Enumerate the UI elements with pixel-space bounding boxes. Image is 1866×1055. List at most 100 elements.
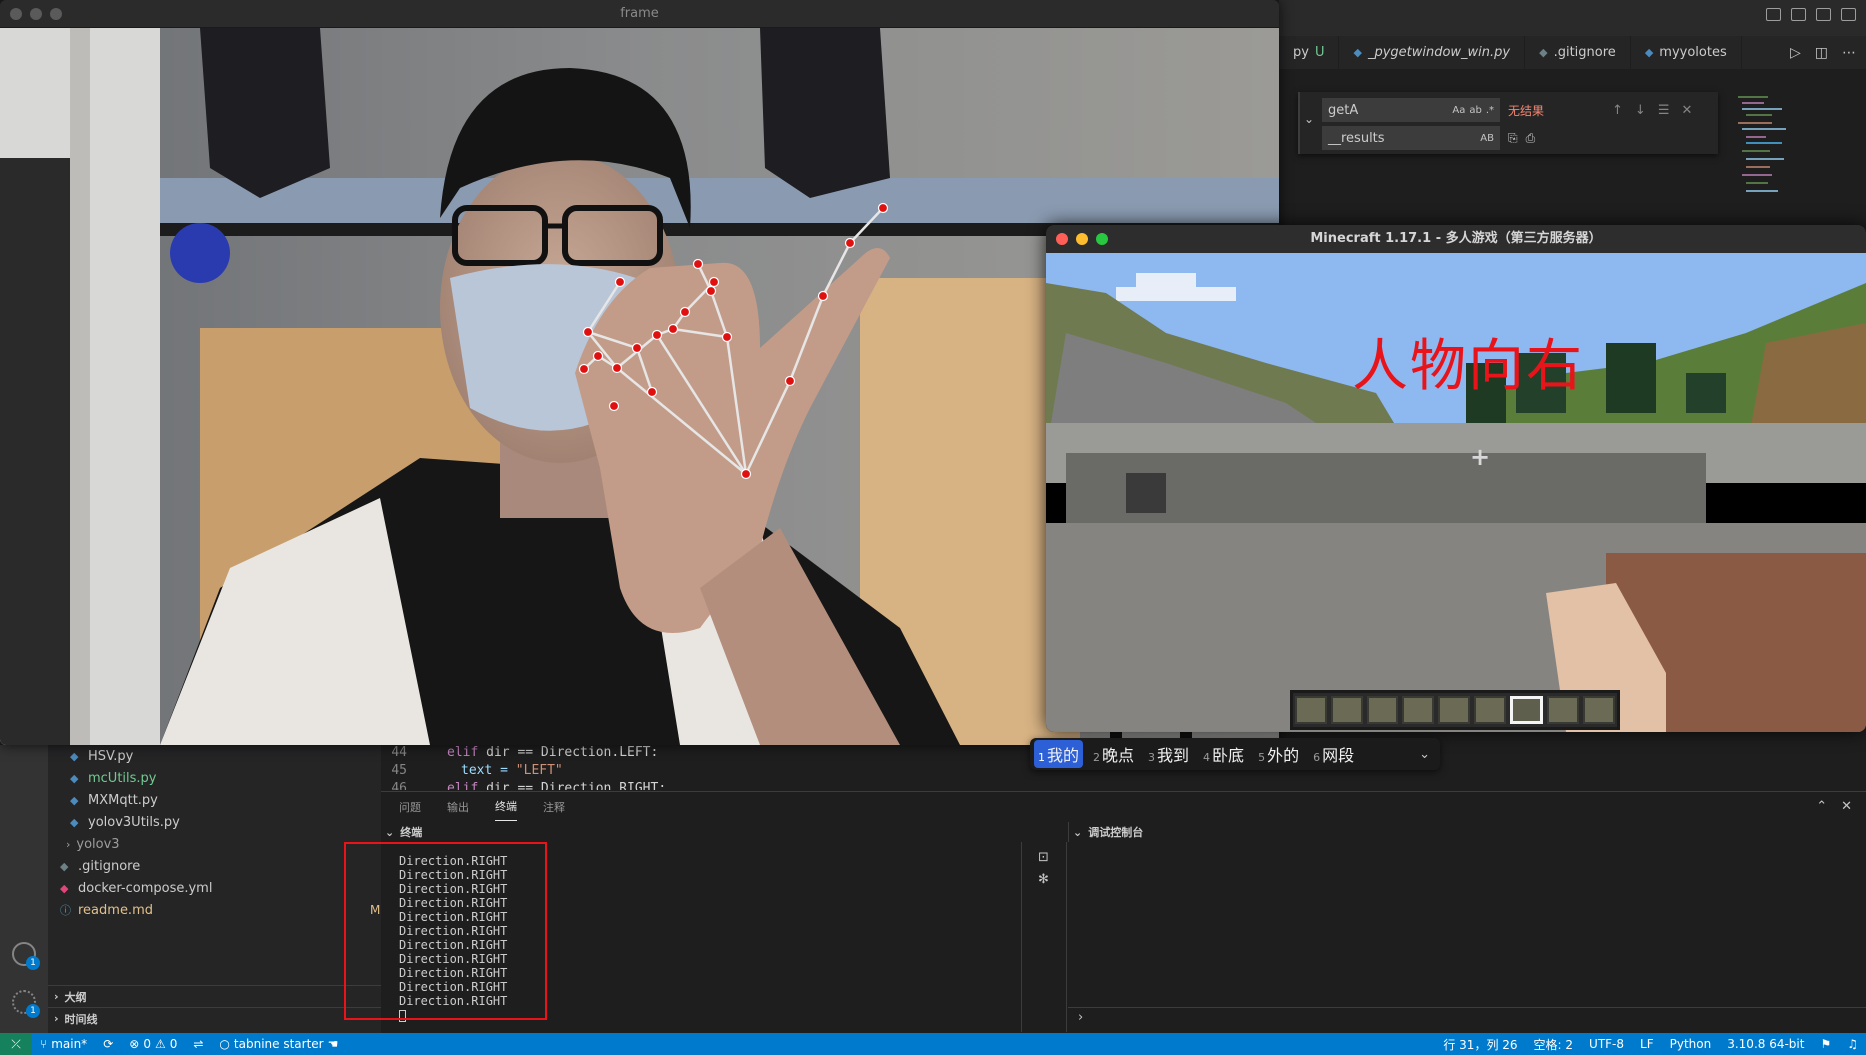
tab-output[interactable]: 输出 xyxy=(447,799,469,815)
chevron-down-icon[interactable]: ⌄ xyxy=(1419,747,1430,762)
ime-candidate[interactable]: 4 卧底 xyxy=(1199,740,1248,768)
hotbar-slot[interactable] xyxy=(1509,696,1544,724)
ime-candidate[interactable]: 2 晚点 xyxy=(1089,740,1138,768)
file-item[interactable]: ◆ yolov3Utils.py xyxy=(70,811,180,833)
tab-py[interactable]: py U xyxy=(1279,36,1340,69)
gear-icon[interactable]: 1 xyxy=(12,990,40,1018)
minecraft-game-view[interactable]: 人物向右 + xyxy=(1046,253,1866,732)
find-in-selection-icon[interactable]: ☰ xyxy=(1658,103,1670,118)
find-input[interactable]: getA Aa ab .* xyxy=(1322,98,1500,122)
file-item[interactable]: ⓘ readme.md M xyxy=(60,899,380,921)
toggle-panel-icon[interactable] xyxy=(1791,8,1806,21)
toggle-replace-chevron-icon[interactable]: ⌄ xyxy=(1304,112,1314,126)
feedback-icon[interactable]: ⚑ xyxy=(1812,1036,1839,1053)
file-item[interactable]: ◆ HSV.py xyxy=(70,745,133,767)
hotbar-slot[interactable] xyxy=(1330,696,1363,724)
zoom-window-button[interactable] xyxy=(1096,233,1108,245)
file-item[interactable]: ◆ .gitignore xyxy=(60,855,140,877)
cursor-position[interactable]: 行 31，列 26 xyxy=(1435,1036,1525,1053)
hotbar-slot[interactable] xyxy=(1547,696,1580,724)
replace-all-icon[interactable]: ⎙ xyxy=(1526,131,1536,146)
tab-problems[interactable]: 问题 xyxy=(399,799,421,815)
run-icon[interactable]: ▷ xyxy=(1790,45,1801,61)
code-text: text = xyxy=(461,763,516,778)
tab-status: U xyxy=(1314,45,1325,60)
gitignore-file-icon: ◆ xyxy=(60,859,69,873)
tab-comments[interactable]: 注释 xyxy=(543,799,565,815)
tabnine-status[interactable]: ○ tabnine starter ☚ xyxy=(211,1037,346,1051)
replace-input[interactable]: __results AB xyxy=(1322,126,1500,150)
folder-item[interactable]: › yolov3 xyxy=(66,833,120,855)
close-window-button[interactable] xyxy=(10,8,22,20)
hotbar[interactable] xyxy=(1290,690,1620,730)
replace-icon[interactable]: ⎘ xyxy=(1508,131,1518,146)
regex-toggle[interactable]: .* xyxy=(1486,105,1494,116)
indentation[interactable]: 空格: 2 xyxy=(1526,1036,1582,1053)
debug-console-header[interactable]: ⌄ 调试控制台 xyxy=(1068,822,1866,842)
file-item[interactable]: ◆ mcUtils.py U xyxy=(70,767,389,789)
file-item[interactable]: ◆ docker-compose.yml xyxy=(60,877,212,899)
line-number: 46 xyxy=(391,781,407,790)
bug-icon[interactable]: ✻ xyxy=(1038,872,1049,887)
close-icon[interactable]: ✕ xyxy=(1841,799,1852,814)
file-name: readme.md xyxy=(78,902,153,918)
minimize-window-button[interactable] xyxy=(30,8,42,20)
zoom-window-button[interactable] xyxy=(50,8,62,20)
tab-terminal[interactable]: 终端 xyxy=(495,798,517,821)
close-icon[interactable]: ✕ xyxy=(1681,103,1692,118)
minecraft-titlebar: Minecraft 1.17.1 - 多人游戏（第三方服务器） xyxy=(1046,225,1866,253)
language-mode[interactable]: Python xyxy=(1662,1036,1720,1053)
next-match-icon[interactable]: ↓ xyxy=(1635,103,1646,118)
hotbar-slot[interactable] xyxy=(1295,696,1327,724)
accounts-icon[interactable]: 1 xyxy=(12,942,40,970)
split-editor-icon[interactable]: ◫ xyxy=(1815,45,1828,61)
port-forward-icon[interactable]: ⇌ xyxy=(185,1037,211,1051)
toggle-sidebar-icon[interactable] xyxy=(1766,8,1781,21)
close-window-button[interactable] xyxy=(1056,233,1068,245)
branch-status[interactable]: ⑂ main* xyxy=(32,1037,95,1051)
file-item[interactable]: ◆ MXMqtt.py xyxy=(70,789,158,811)
python-interpreter[interactable]: 3.10.8 64-bit xyxy=(1719,1036,1812,1053)
end-of-line[interactable]: LF xyxy=(1632,1036,1662,1053)
terminal-header[interactable]: ⌄ 终端 xyxy=(381,822,1066,842)
remote-icon[interactable]: ⤫ xyxy=(0,1033,32,1055)
ime-candidate[interactable]: 1 我的 xyxy=(1034,740,1084,768)
settings-badge: 1 xyxy=(26,1004,40,1018)
hotbar-slot[interactable] xyxy=(1583,696,1616,724)
preserve-case-toggle[interactable]: AB xyxy=(1480,133,1494,144)
python-file-icon: ◆ xyxy=(70,815,79,829)
hotbar-slot[interactable] xyxy=(1473,696,1506,724)
ime-candidate[interactable]: 5 外的 xyxy=(1254,740,1303,768)
bell-icon[interactable]: ♫ xyxy=(1839,1036,1866,1053)
debug-console[interactable]: › xyxy=(1068,842,1866,1032)
code-line: 44 elif dir == Direction.LEFT: xyxy=(381,745,658,763)
debug-input-divider xyxy=(1068,1007,1866,1008)
previous-match-icon[interactable]: ↑ xyxy=(1612,103,1623,118)
toggle-secondary-sidebar-icon[interactable] xyxy=(1816,8,1831,21)
problems-status[interactable]: ⊗ 0 ⚠ 0 xyxy=(121,1037,185,1051)
encoding[interactable]: UTF-8 xyxy=(1581,1036,1632,1053)
terminal-shell-icon[interactable]: ⊡ xyxy=(1038,850,1049,865)
tab-pygetwindow-win[interactable]: ◆ _pygetwindow_win.py xyxy=(1339,36,1526,69)
hotbar-slot[interactable] xyxy=(1438,696,1470,724)
whole-word-toggle[interactable]: ab xyxy=(1469,105,1481,116)
replace-row: __results AB ⎘ ⎙ xyxy=(1322,126,1535,150)
timeline-section[interactable]: › 时间线 xyxy=(48,1007,381,1029)
match-case-toggle[interactable]: Aa xyxy=(1452,105,1465,116)
ime-candidate[interactable]: 3 我到 xyxy=(1144,740,1193,768)
minimap[interactable] xyxy=(1736,92,1816,202)
hotbar-slot[interactable] xyxy=(1402,696,1435,724)
sync-icon[interactable]: ⟳ xyxy=(95,1037,121,1051)
outline-section[interactable]: › 大纲 xyxy=(48,985,381,1007)
ime-candidate[interactable]: 6 网段 xyxy=(1309,740,1358,768)
minimize-window-button[interactable] xyxy=(1076,233,1088,245)
hotbar-slot[interactable] xyxy=(1366,696,1399,724)
customize-layout-icon[interactable] xyxy=(1841,8,1856,21)
more-actions-icon[interactable]: ⋯ xyxy=(1842,45,1856,61)
maximize-panel-icon[interactable]: ⌃ xyxy=(1816,799,1827,814)
code-text: dir == Direction.LEFT: xyxy=(478,745,659,760)
tab-myyolotest[interactable]: ◆ myyolotes xyxy=(1631,36,1742,69)
direction-overlay-text: 人物向右 xyxy=(1352,334,1584,399)
tab-gitignore[interactable]: ◆ .gitignore xyxy=(1525,36,1631,69)
candidate-number: 3 xyxy=(1148,751,1156,764)
